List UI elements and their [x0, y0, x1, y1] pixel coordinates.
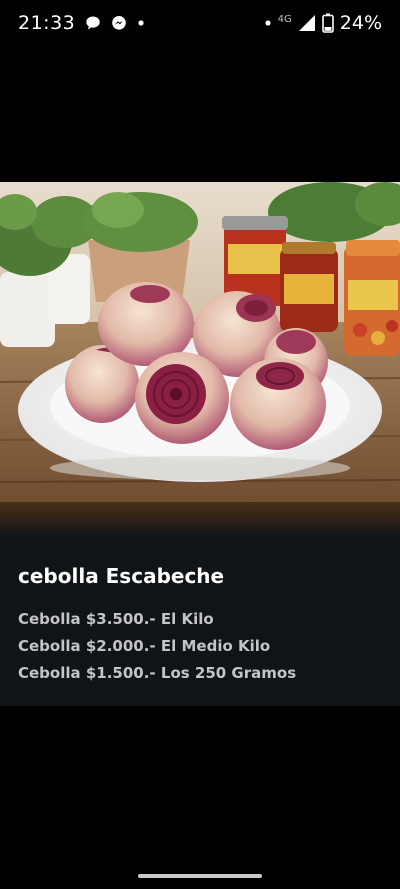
product-title: cebolla Escabeche — [18, 564, 225, 588]
signal-icon — [298, 14, 316, 32]
network-type: 4G — [277, 13, 292, 25]
price-line-250g: Cebolla $1.500.- Los 250 Gramos — [18, 664, 297, 682]
product-image[interactable] — [0, 182, 400, 538]
messenger-icon — [111, 15, 127, 31]
onion-plate-photo — [0, 182, 400, 538]
battery-level: 24% — [339, 12, 382, 34]
status-time: 21:33 — [18, 12, 76, 34]
chat-bubble-icon — [85, 15, 101, 31]
price-line-half-kilo: Cebolla $2.000.- El Medio Kilo — [18, 637, 271, 655]
price-line-kilo: Cebolla $3.500.- El Kilo — [18, 610, 214, 628]
status-left: 21:33 — [18, 12, 145, 34]
status-bar: 21:33 4G 24% — [0, 0, 400, 46]
status-right: 4G 24% — [264, 12, 382, 34]
dot-icon — [264, 19, 272, 27]
battery-icon — [321, 13, 334, 33]
home-indicator[interactable] — [138, 874, 262, 878]
product-info-panel: cebolla Escabeche Cebolla $3.500.- El Ki… — [0, 538, 400, 706]
dot-icon — [137, 19, 145, 27]
